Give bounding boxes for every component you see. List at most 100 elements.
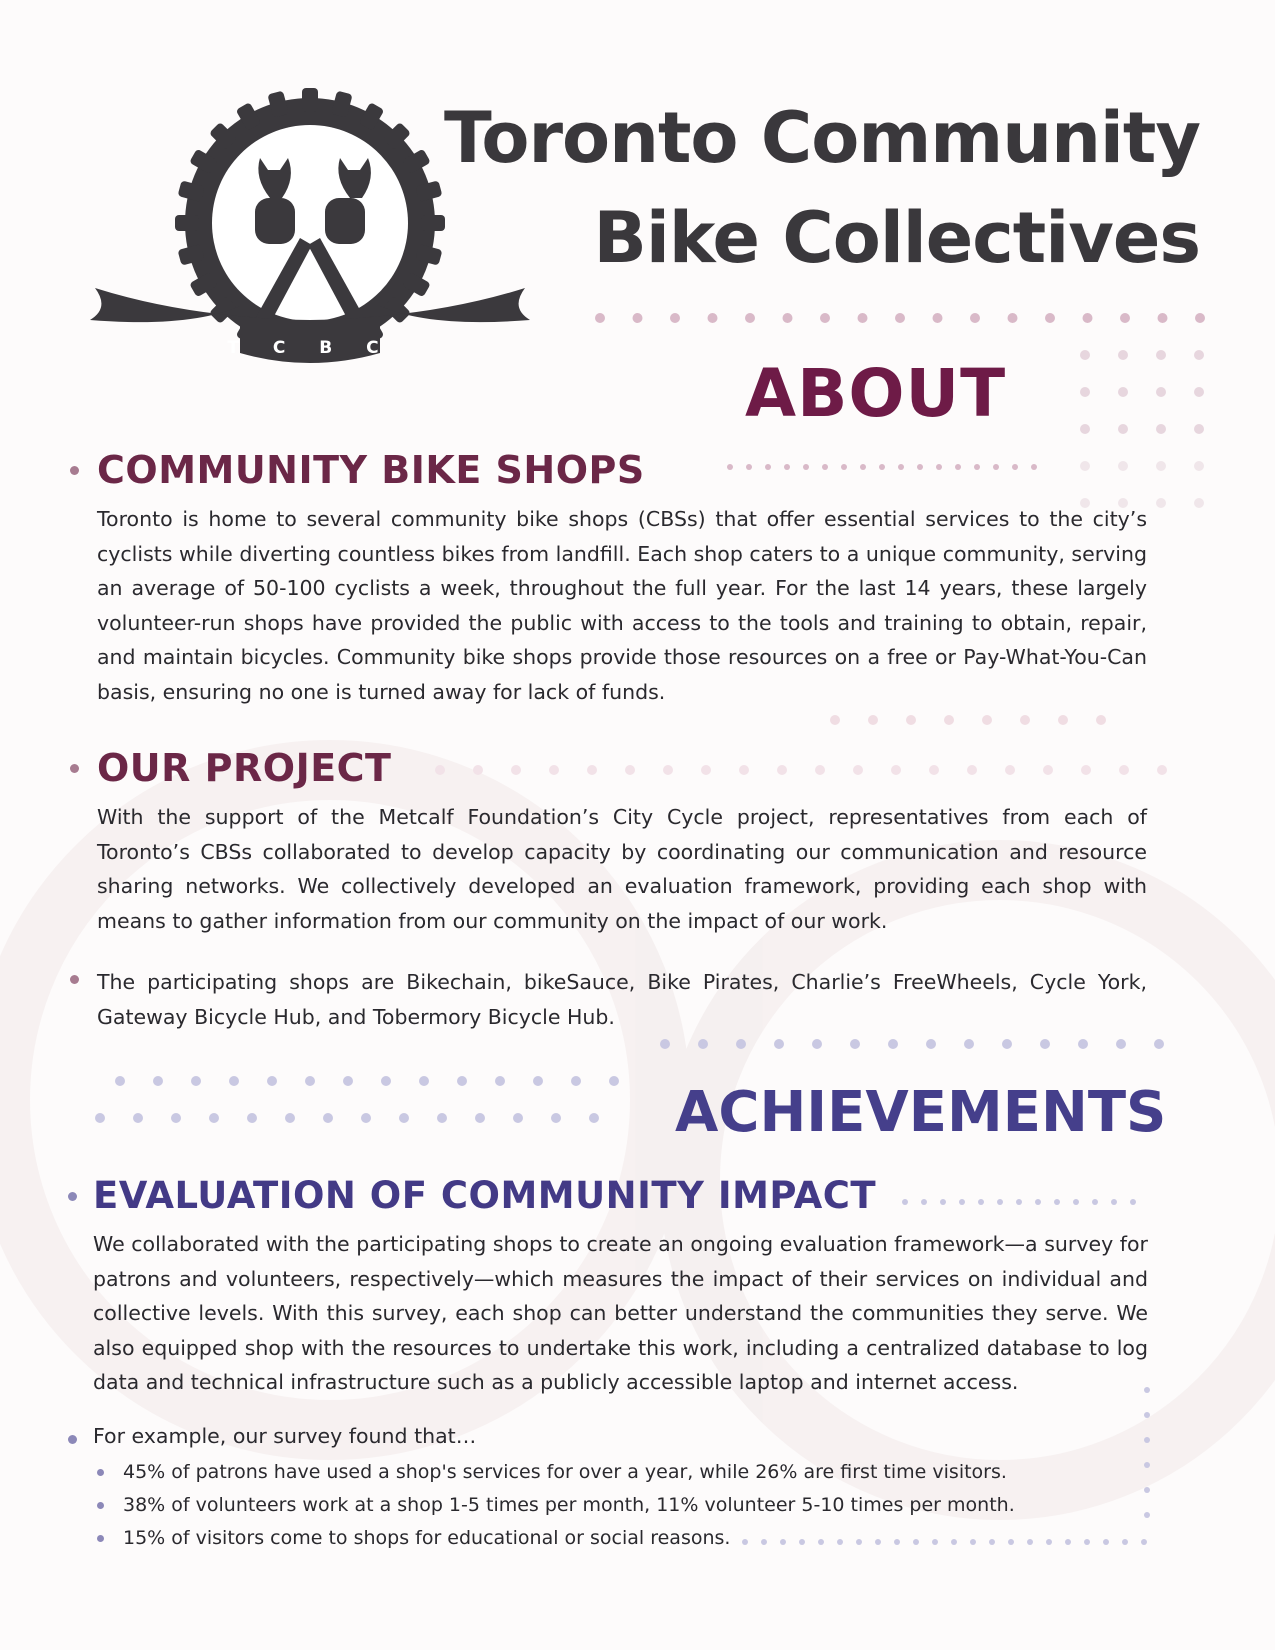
decorative-dot [974, 464, 980, 470]
decorative-dot [632, 313, 643, 323]
decorative-dot [932, 313, 943, 323]
decorative-dot [1058, 715, 1068, 725]
decorative-dot [1012, 464, 1018, 470]
decorative-dot [944, 715, 954, 725]
decorative-dot [1194, 461, 1204, 471]
decorative-dot [895, 313, 905, 323]
decorative-dot [551, 1113, 561, 1123]
decorative-dot [1031, 464, 1037, 470]
decorative-dot [267, 1076, 277, 1086]
decorative-dot [1144, 1437, 1150, 1443]
decorative-dot [1016, 1199, 1022, 1205]
decorative-dot [1157, 765, 1167, 775]
decorative-dot [860, 464, 866, 470]
decorative-dot [822, 464, 828, 470]
decorative-dot [894, 1539, 900, 1545]
decorative-dot [1141, 1539, 1147, 1545]
decorative-dot [898, 464, 904, 470]
decorative-dot [1008, 1539, 1014, 1545]
bullet-dot [70, 975, 79, 984]
decorative-dot [997, 1199, 1003, 1205]
decorative-dot [1020, 715, 1030, 725]
decorative-dot [1194, 387, 1204, 397]
about-heading: ABOUT [745, 355, 1007, 432]
decorative-dot [701, 765, 711, 775]
decorative-dot [1156, 498, 1166, 508]
decorative-dot [830, 715, 840, 725]
decorative-dot [457, 1076, 467, 1086]
decorative-dot [727, 464, 733, 470]
decorative-dot [1065, 1539, 1071, 1545]
decorative-dot [1157, 313, 1168, 323]
bullet-dot [70, 466, 79, 475]
participating-shops: The participating shops are Bikechain, b… [97, 970, 1147, 1029]
finding-item: 15% of visitors come to shops for educat… [123, 1527, 731, 1549]
decorative-dot [660, 1039, 670, 1049]
decorative-dot [1130, 1199, 1136, 1205]
decorative-dot [803, 464, 809, 470]
decorative-dot [511, 765, 521, 775]
decorative-dot [1080, 461, 1090, 471]
decorative-dot [978, 1199, 984, 1205]
project-heading: OUR PROJECT [97, 746, 392, 790]
decorative-dot [739, 765, 749, 775]
bullet-dot [97, 1502, 104, 1509]
decorative-dot [323, 1113, 333, 1123]
bullet-dot [97, 1469, 104, 1476]
finding-item: 38% of volunteers work at a shop 1-5 tim… [123, 1494, 1015, 1516]
decorative-dot [437, 1113, 447, 1123]
decorative-dot [1156, 387, 1166, 397]
decorative-dot [589, 1113, 599, 1123]
bullet-dot [97, 1535, 104, 1542]
decorative-dot [1156, 461, 1166, 471]
decorative-dot [419, 1076, 429, 1086]
decorative-dot [736, 1039, 746, 1049]
cbs-heading: COMMUNITY BIKE SHOPS [97, 448, 645, 492]
decorative-dot [1103, 1539, 1109, 1545]
decorative-dot [1002, 1039, 1012, 1049]
example-intro: For example, our survey found that… [93, 1424, 477, 1448]
decorative-dot [936, 464, 942, 470]
decorative-dot [475, 1113, 485, 1123]
decorative-dot [1096, 715, 1106, 725]
decorative-dot [1080, 424, 1090, 434]
decorative-dot [399, 1113, 409, 1123]
decorative-dot [1118, 461, 1128, 471]
decorative-dot [955, 464, 961, 470]
decorative-dot [1156, 424, 1166, 434]
decorative-dot [917, 464, 923, 470]
bullet-dot [70, 764, 79, 773]
decorative-dot [853, 765, 863, 775]
decorative-dot [435, 765, 445, 775]
decorative-dot [742, 1539, 748, 1545]
decorative-dot [1144, 1462, 1150, 1468]
decorative-dot [305, 1076, 315, 1086]
decorative-dot [473, 765, 483, 775]
decorative-dot [1043, 765, 1053, 775]
decorative-dot [879, 464, 885, 470]
decorative-dot [1156, 350, 1166, 360]
decorative-dot [1092, 1199, 1098, 1205]
decorative-dot [670, 313, 680, 323]
decorative-dot [982, 715, 992, 725]
decorative-dot [746, 464, 752, 470]
decorative-dot [929, 765, 939, 775]
decorative-dot [571, 1076, 581, 1086]
decorative-dot [361, 1113, 371, 1123]
decorative-dot [1073, 1199, 1079, 1205]
decorative-dot [837, 1539, 843, 1545]
decorative-dot [1118, 387, 1128, 397]
decorative-dot [1027, 1539, 1033, 1545]
decorative-dot [1194, 424, 1204, 434]
decorative-dot [921, 1199, 927, 1205]
decorative-dot [891, 765, 901, 775]
decorative-dot [745, 313, 755, 323]
decorative-dot [841, 464, 847, 470]
decorative-dot [1144, 1512, 1150, 1518]
decorative-dot [1045, 313, 1055, 323]
decorative-dot [343, 1076, 353, 1086]
decorative-dot [595, 313, 605, 323]
decorative-dot [856, 1539, 862, 1545]
bullet-dot [68, 1192, 77, 1201]
decorative-dot [926, 1039, 936, 1049]
